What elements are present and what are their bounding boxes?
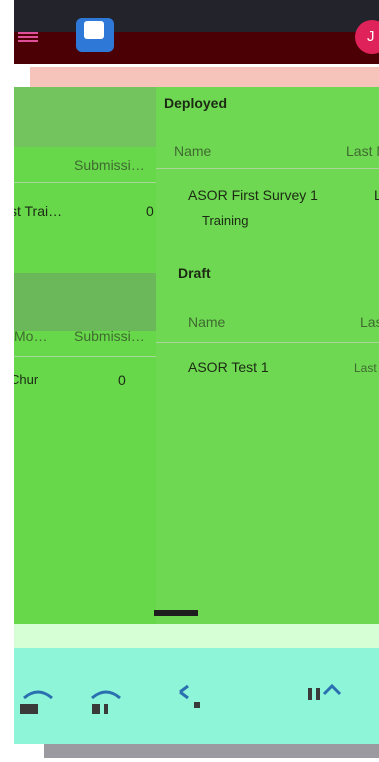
add-icon[interactable] (174, 684, 214, 720)
bottom-nav-top-strip (14, 624, 379, 648)
deployed-survey-name[interactable]: ASOR First Survey 1 (188, 187, 318, 203)
left-column-header-submissions-2: Submissi… (74, 328, 145, 344)
notice-banner (30, 67, 379, 87)
left-row-name[interactable]: st Trai… (14, 203, 62, 219)
scroll-indicator (154, 610, 198, 616)
draft-survey-name[interactable]: ASOR Test 1 (188, 359, 269, 375)
reports-icon[interactable] (306, 684, 346, 720)
status-bar (14, 0, 379, 32)
divider (156, 168, 379, 169)
app-frame: J Submissi… st Trai… 0 Mo… Submissi… Chu… (14, 0, 379, 762)
draft-survey-last: Last (354, 361, 377, 375)
draft-heading: Draft (178, 265, 211, 281)
left-row-value: 0 (146, 203, 154, 219)
draft-column-name: Name (188, 314, 226, 330)
home-indicator (44, 744, 379, 758)
left-header-band-2 (14, 273, 156, 331)
deployed-survey-last: L (374, 187, 379, 203)
bottom-nav (14, 624, 379, 744)
divider (14, 356, 156, 357)
app-bar (14, 32, 379, 64)
deployed-survey-tag: Training (202, 213, 249, 228)
deployed-column-name: Name (174, 143, 212, 159)
left-row-value-2: 0 (118, 372, 126, 388)
submissions-icon[interactable] (88, 684, 128, 720)
forms-icon[interactable] (18, 684, 58, 720)
app-logo (76, 18, 114, 52)
deployed-column-last: Last M (346, 143, 379, 159)
left-row-name-2[interactable]: Chur (14, 372, 38, 387)
divider (14, 182, 156, 183)
left-column-header-submissions: Submissi… (74, 157, 145, 173)
left-header-band (14, 87, 156, 147)
deployed-heading: Deployed (164, 95, 228, 111)
left-column-header-modified: Mo… (14, 328, 48, 344)
menu-icon[interactable] (18, 30, 38, 44)
divider (156, 342, 379, 343)
draft-column-last: Las (360, 314, 379, 330)
